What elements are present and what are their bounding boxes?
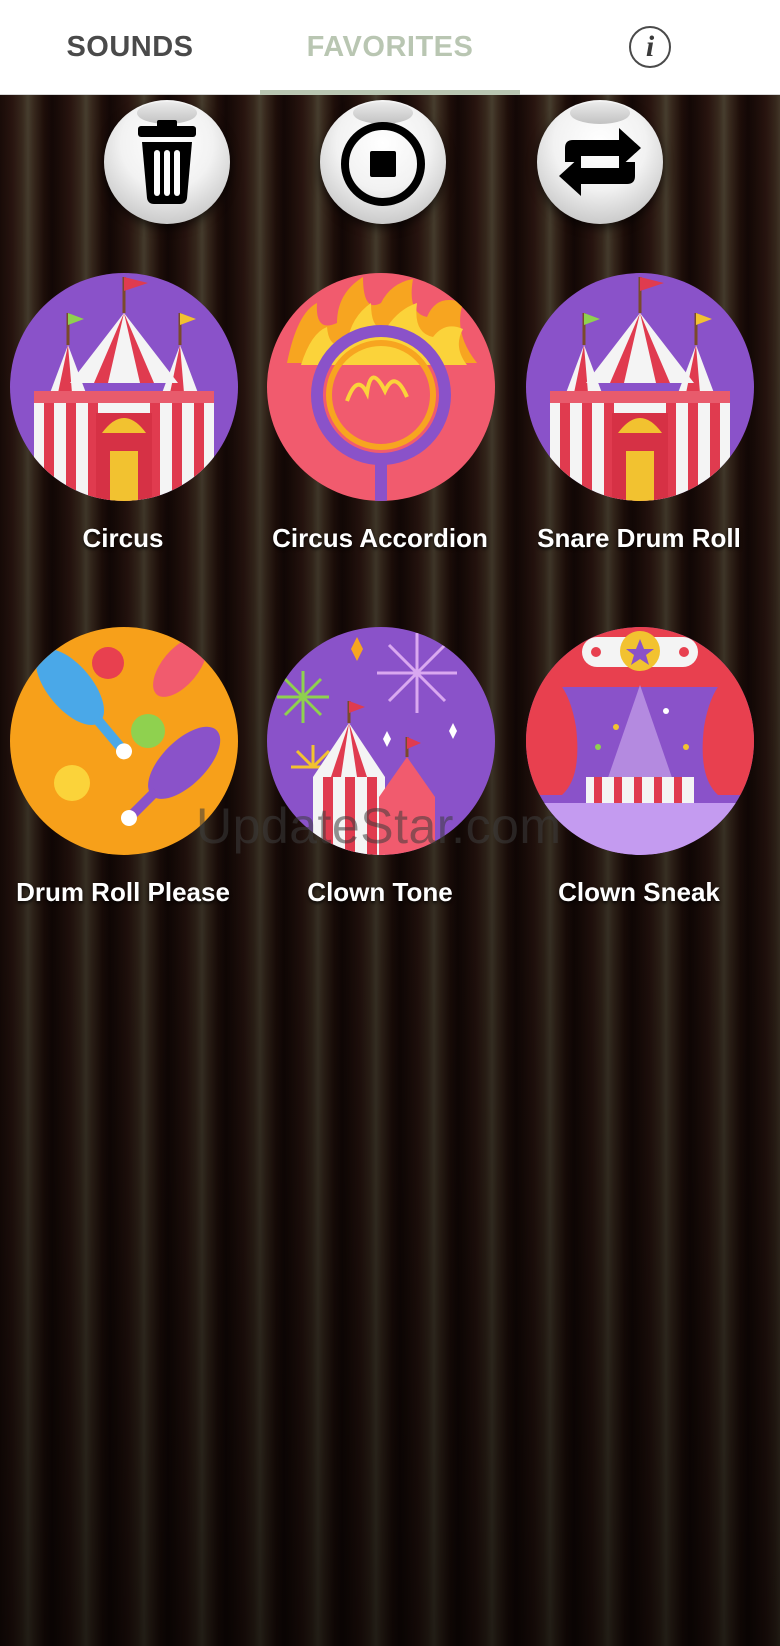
- juggling-pins-icon: [10, 627, 238, 855]
- sound-label: Clown Sneak: [558, 877, 720, 907]
- sound-label: Snare Drum Roll: [537, 523, 741, 553]
- stage-curtain-icon: [526, 627, 754, 855]
- sound-label: Circus Accordion: [272, 523, 488, 553]
- stop-icon: [341, 122, 425, 206]
- circus-tent-icon: [10, 273, 238, 501]
- tab-favorites[interactable]: FAVORITES: [260, 0, 520, 95]
- sound-label: Drum Roll Please: [16, 877, 230, 907]
- trash-icon: [138, 120, 196, 204]
- tab-bar: SOUNDS FAVORITES i: [0, 0, 780, 95]
- delete-button[interactable]: [104, 100, 230, 224]
- sound-tile-circus[interactable]: Circus: [0, 273, 252, 583]
- sound-label: Circus: [82, 523, 164, 553]
- sound-tile-clown-tone[interactable]: Clown Tone: [251, 627, 509, 937]
- sound-tile-drum-roll-please[interactable]: Drum Roll Please: [0, 627, 252, 937]
- tab-favorites-label: FAVORITES: [306, 31, 474, 63]
- fire-hoop-icon: [267, 273, 495, 501]
- tab-sounds-label: SOUNDS: [66, 31, 194, 63]
- circus-tent-icon: [526, 273, 754, 501]
- sound-label: Clown Tone: [307, 877, 453, 907]
- repeat-icon: [559, 128, 641, 196]
- sound-tile-snare-drum-roll[interactable]: Snare Drum Roll: [510, 273, 768, 583]
- tab-sounds[interactable]: SOUNDS: [0, 0, 260, 95]
- repeat-button[interactable]: [537, 100, 663, 224]
- fireworks-tent-icon: [267, 627, 495, 855]
- info-icon[interactable]: i: [629, 26, 671, 68]
- sound-tile-clown-sneak[interactable]: Clown Sneak: [510, 627, 768, 937]
- info-glyph: i: [645, 30, 655, 63]
- stop-button[interactable]: [320, 100, 446, 224]
- sound-tile-circus-accordion[interactable]: Circus Accordion: [251, 273, 509, 583]
